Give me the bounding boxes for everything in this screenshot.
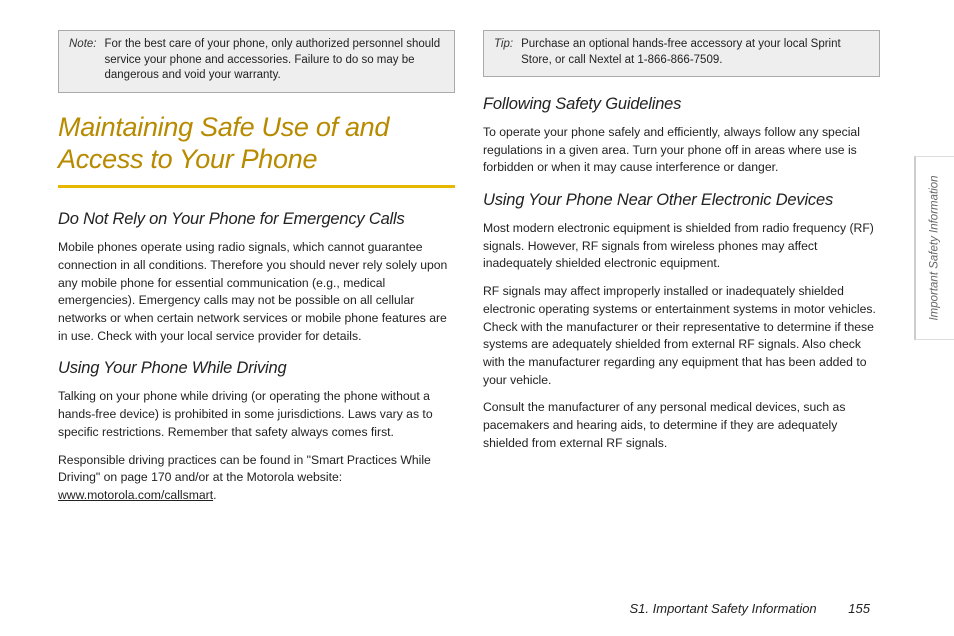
tip-text: Purchase an optional hands-free accessor… — [521, 37, 869, 68]
driving-text-a: Responsible driving practices can be fou… — [58, 453, 431, 485]
right-column: Tip: Purchase an optional hands-free acc… — [483, 30, 880, 590]
paragraph-elec-3: Consult the manufacturer of any personal… — [483, 399, 880, 452]
tip-label: Tip: — [494, 37, 513, 68]
paragraph-emergency: Mobile phones operate using radio signal… — [58, 239, 455, 345]
heading-safety-guidelines: Following Safety Guidelines — [483, 95, 880, 114]
note-label: Note: — [69, 37, 97, 84]
footer-section: S1. Important Safety Information — [630, 601, 817, 616]
driving-text-b: . — [213, 488, 216, 502]
paragraph-driving-2: Responsible driving practices can be fou… — [58, 452, 455, 505]
paragraph-driving-1: Talking on your phone while driving (or … — [58, 388, 455, 441]
paragraph-safety-guidelines: To operate your phone safely and efficie… — [483, 124, 880, 177]
note-box: Note: For the best care of your phone, o… — [58, 30, 455, 93]
motorola-link[interactable]: www.motorola.com/callsmart — [58, 488, 213, 502]
paragraph-elec-2: RF signals may affect improperly install… — [483, 283, 880, 389]
heading-electronic-devices: Using Your Phone Near Other Electronic D… — [483, 191, 880, 210]
section-title: Maintaining Safe Use of and Access to Yo… — [58, 111, 455, 189]
paragraph-elec-1: Most modern electronic equipment is shie… — [483, 220, 880, 273]
side-tab-label: Important Safety Information — [929, 175, 941, 320]
note-text: For the best care of your phone, only au… — [105, 37, 445, 84]
heading-emergency-calls: Do Not Rely on Your Phone for Emergency … — [58, 210, 455, 229]
heading-driving: Using Your Phone While Driving — [58, 359, 455, 378]
page-footer: S1. Important Safety Information 155 — [630, 601, 870, 616]
tip-box: Tip: Purchase an optional hands-free acc… — [483, 30, 880, 77]
left-column: Note: For the best care of your phone, o… — [58, 30, 455, 590]
side-tab: Important Safety Information — [914, 156, 954, 340]
footer-page-number: 155 — [848, 601, 870, 616]
